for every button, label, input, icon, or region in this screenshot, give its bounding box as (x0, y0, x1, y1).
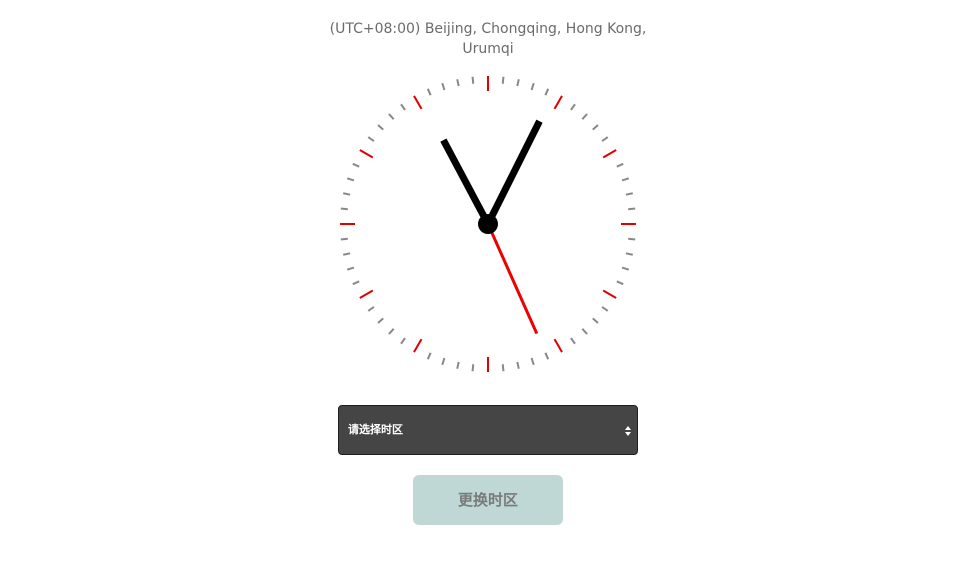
minute-tick (377, 124, 384, 131)
minute-tick (628, 207, 636, 211)
minute-tick (570, 103, 576, 111)
timezone-select[interactable]: 请选择时区 (338, 405, 638, 455)
minute-tick (628, 237, 636, 241)
minute-tick (441, 357, 446, 366)
timezone-select-value: 请选择时区 (348, 423, 403, 436)
hour-tick (553, 338, 563, 353)
minute-tick (501, 76, 505, 84)
minute-tick (388, 113, 395, 120)
minute-tick (346, 177, 355, 182)
hour-tick (413, 338, 423, 353)
minute-tick (471, 364, 475, 372)
minute-tick (400, 103, 406, 111)
clock-page: (UTC+08:00) Beijing, Chongqing, Hong Kon… (0, 0, 972, 581)
hour-hand (440, 138, 492, 226)
minute-tick (570, 337, 576, 345)
minute-tick (377, 317, 384, 324)
minute-tick (456, 79, 460, 87)
minute-tick (367, 136, 375, 142)
minute-tick (601, 136, 609, 142)
minute-tick (388, 328, 395, 335)
hour-tick (413, 95, 423, 110)
minute-tick (581, 113, 588, 120)
minute-tick (346, 266, 355, 271)
minute-tick (530, 357, 535, 366)
minute-tick (456, 361, 460, 369)
minute-tick (621, 266, 630, 271)
minute-tick (400, 337, 406, 345)
minute-tick (625, 252, 633, 256)
clock-center-pin (478, 214, 498, 234)
minute-tick (367, 306, 375, 312)
hour-tick (553, 95, 563, 110)
minute-tick (340, 207, 348, 211)
minute-tick (352, 162, 360, 168)
minute-tick (625, 192, 633, 196)
minute-tick (426, 88, 432, 96)
minute-tick (352, 280, 360, 286)
minute-tick (441, 82, 446, 91)
hour-tick (602, 289, 617, 299)
minute-tick (616, 280, 624, 286)
change-timezone-button[interactable]: 更换时区 (413, 475, 563, 525)
minute-tick (544, 352, 550, 360)
minute-tick (530, 82, 535, 91)
minute-tick (581, 328, 588, 335)
minute-tick (601, 306, 609, 312)
second-hand (486, 223, 539, 335)
minute-tick (501, 364, 505, 372)
minute-tick (592, 124, 599, 131)
minute-tick (592, 317, 599, 324)
minute-tick (621, 177, 630, 182)
minute-tick (516, 361, 520, 369)
analog-clock (340, 76, 636, 372)
minute-tick (544, 88, 550, 96)
minute-tick (343, 192, 351, 196)
minute-tick (340, 237, 348, 241)
minute-hand (484, 119, 543, 226)
minute-tick (426, 352, 432, 360)
sort-arrows-icon (625, 426, 631, 436)
hour-tick (359, 149, 374, 159)
timezone-label: (UTC+08:00) Beijing, Chongqing, Hong Kon… (329, 21, 647, 57)
minute-tick (616, 162, 624, 168)
minute-tick (516, 79, 520, 87)
minute-tick (471, 76, 475, 84)
hour-tick (602, 149, 617, 159)
minute-tick (343, 252, 351, 256)
hour-tick (359, 289, 374, 299)
